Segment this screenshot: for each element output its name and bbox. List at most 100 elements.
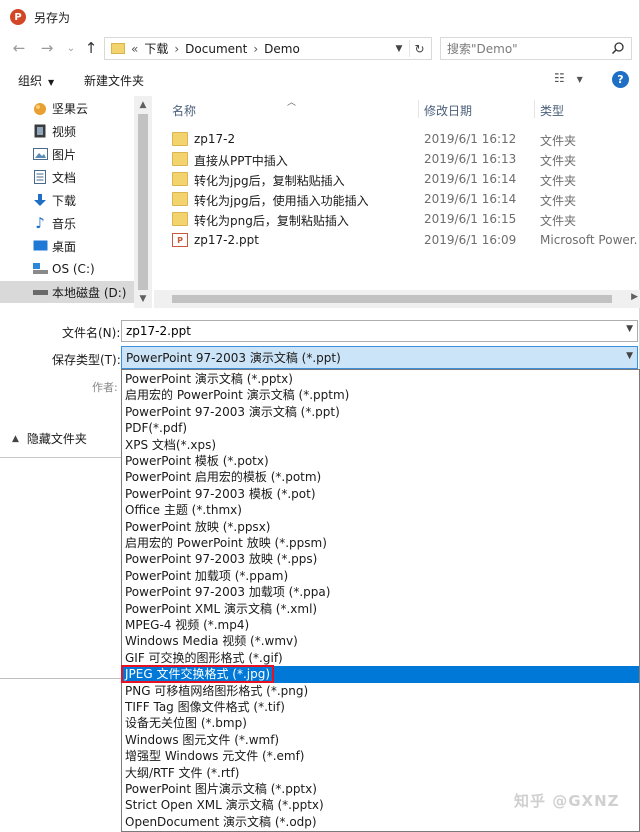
column-divider[interactable] [534, 100, 535, 118]
view-options-button[interactable]: ☷ ▼ [554, 71, 583, 85]
sidebar-item-label: 下载 [52, 193, 77, 208]
sidebar-item-drive-c[interactable]: OS (C:) [0, 258, 134, 280]
savetype-option[interactable]: PNG 可移植网络图形格式 (*.png) [122, 683, 639, 699]
file-row[interactable]: 转化为jpg后，复制粘贴插入 2019/6/1 16:14 文件夹 [154, 169, 640, 189]
breadcrumb-download[interactable]: 下载 [144, 40, 168, 57]
savetype-option[interactable]: PowerPoint 启用宏的模板 (*.potm) [122, 469, 639, 485]
sidebar-item-music[interactable]: ♪ 音乐 [0, 212, 134, 234]
new-folder-button[interactable]: 新建文件夹 [84, 72, 144, 89]
chevron-up-icon: ▲ [12, 433, 19, 444]
breadcrumb-separator-icon[interactable]: › [253, 42, 258, 56]
scrollbar-thumb[interactable] [172, 295, 612, 303]
breadcrumb-separator-icon[interactable]: › [174, 42, 179, 56]
savetype-option[interactable]: JPEG 文件交换格式 (*.jpg) [121, 665, 639, 684]
video-icon [32, 123, 48, 139]
sidebar-item-label: 坚果云 [52, 101, 89, 116]
hide-folders-button[interactable]: ▲ 隐藏文件夹 [12, 430, 87, 447]
file-row[interactable]: P zp17-2.ppt 2019/6/1 16:09 Microsoft Po… [154, 230, 640, 250]
scrollbar-thumb[interactable] [138, 114, 148, 290]
file-row[interactable]: 直接从PPT中插入 2019/6/1 16:13 文件夹 [154, 149, 640, 169]
scroll-down-icon[interactable]: ▼ [134, 292, 152, 306]
sidebar-scrollbar[interactable]: ▲ ▼ [134, 96, 152, 308]
sidebar-item-label: 音乐 [52, 216, 77, 231]
search-input[interactable] [447, 38, 607, 59]
savetype-option[interactable]: XPS 文档(*.xps) [122, 437, 639, 453]
address-bar[interactable]: « 下载 › Document › Demo ▼ ↻ [104, 37, 432, 60]
savetype-option[interactable]: Windows Media 视频 (*.wmv) [122, 633, 639, 649]
savetype-option[interactable]: 大纲/RTF 文件 (*.rtf) [122, 765, 639, 781]
folder-icon [172, 192, 188, 206]
breadcrumb-demo[interactable]: Demo [264, 42, 300, 56]
savetype-option-label: 大纲/RTF 文件 (*.rtf) [125, 765, 240, 780]
address-dropdown-icon[interactable]: ▼ [391, 40, 407, 57]
up-arrow-icon: ↑ [84, 39, 98, 57]
sidebar-item-label: 文档 [52, 170, 77, 185]
horizontal-scrollbar[interactable]: ▶ [154, 290, 640, 308]
sidebar-item-downloads[interactable]: 下载 [0, 189, 134, 211]
savetype-option[interactable]: PowerPoint 97-2003 演示文稿 (*.ppt) [122, 404, 639, 420]
forward-arrow-icon: → [40, 39, 54, 57]
savetype-option[interactable]: PowerPoint 97-2003 模板 (*.pot) [122, 486, 639, 502]
savetype-option[interactable]: Windows 图元文件 (*.wmf) [122, 732, 639, 748]
savetype-option-label: PDF(*.pdf) [125, 421, 188, 436]
picture-icon [32, 146, 48, 162]
savetype-option[interactable]: 启用宏的 PowerPoint 演示文稿 (*.pptm) [122, 387, 639, 403]
recent-locations-button[interactable]: ⌄ [60, 37, 82, 59]
overflow-chevron-icon[interactable]: « [131, 42, 138, 56]
savetype-option[interactable]: GIF 可交换的图形格式 (*.gif) [122, 650, 639, 666]
savetype-option[interactable]: PowerPoint 模板 (*.potx) [122, 453, 639, 469]
chevron-down-icon[interactable]: ▼ [626, 351, 633, 361]
file-date: 2019/6/1 16:14 [424, 172, 517, 186]
file-row[interactable]: 转化为jpg后，使用插入功能插入 2019/6/1 16:14 文件夹 [154, 189, 640, 209]
sidebar-item-pictures[interactable]: 图片 [0, 143, 134, 165]
sidebar-item-documents[interactable]: 文档 [0, 166, 134, 188]
chevron-down-icon: ⌄ [66, 42, 76, 54]
savetype-option[interactable]: PowerPoint XML 演示文稿 (*.xml) [122, 601, 639, 617]
up-button[interactable]: ↑ [80, 37, 102, 59]
chevron-down-icon[interactable]: ▼ [626, 324, 633, 334]
savetype-option[interactable]: PowerPoint 97-2003 放映 (*.pps) [122, 551, 639, 567]
savetype-option[interactable]: OpenDocument 演示文稿 (*.odp) [122, 814, 639, 830]
column-header-name[interactable]: 名称 [172, 102, 196, 119]
music-icon: ♪ [35, 214, 45, 232]
savetype-option[interactable]: PowerPoint 97-2003 加载项 (*.ppa) [122, 584, 639, 600]
file-row[interactable]: zp17-2 2019/6/1 16:12 文件夹 [154, 129, 640, 149]
organize-button[interactable]: 组织 ▼ [18, 72, 54, 89]
savetype-option-label: PowerPoint 97-2003 模板 (*.pot) [125, 486, 316, 501]
sidebar-item-drive-d[interactable]: 本地磁盘 (D:) [0, 281, 134, 303]
back-button[interactable]: ← [8, 37, 30, 59]
filename-field[interactable]: ▼ [121, 320, 638, 342]
savetype-option[interactable]: 设备无关位图 (*.bmp) [122, 715, 639, 731]
savetype-option[interactable]: PowerPoint 加载项 (*.ppam) [122, 568, 639, 584]
sidebar-item-nutstore[interactable]: 坚果云 [0, 97, 134, 119]
search-box[interactable] [440, 37, 632, 60]
column-divider[interactable] [418, 100, 419, 118]
file-name: zp17-2.ppt [194, 233, 259, 247]
savetype-option[interactable]: PDF(*.pdf) [122, 420, 639, 436]
savetype-select[interactable]: PowerPoint 97-2003 演示文稿 (*.ppt) ▼ [121, 346, 638, 369]
refresh-icon[interactable]: ↻ [409, 40, 429, 57]
sidebar-item-desktop[interactable]: 桌面 [0, 235, 134, 257]
scroll-up-icon[interactable]: ▲ [134, 98, 152, 112]
sidebar-item-videos[interactable]: 视频 [0, 120, 134, 142]
savetype-option[interactable]: PowerPoint 放映 (*.ppsx) [122, 519, 639, 535]
savetype-option[interactable]: MPEG-4 视频 (*.mp4) [122, 617, 639, 633]
file-row[interactable]: 转化为png后，复制粘贴插入 2019/6/1 16:15 文件夹 [154, 209, 640, 229]
savetype-option[interactable]: 增强型 Windows 元文件 (*.emf) [122, 748, 639, 764]
scroll-right-icon[interactable]: ▶ [631, 292, 638, 302]
savetype-option-label: Windows Media 视频 (*.wmv) [125, 634, 298, 649]
help-icon[interactable]: ? [612, 71, 629, 88]
breadcrumb-document[interactable]: Document [185, 42, 247, 56]
savetype-option[interactable]: PowerPoint 演示文稿 (*.pptx) [122, 371, 639, 387]
savetype-option[interactable]: TIFF Tag 图像文件格式 (*.tif) [122, 699, 639, 715]
forward-button[interactable]: → [36, 37, 58, 59]
filename-input[interactable] [122, 321, 612, 341]
savetype-dropdown-list[interactable]: PowerPoint 演示文稿 (*.pptx) 启用宏的 PowerPoint … [121, 369, 640, 832]
savetype-option-label: PowerPoint 模板 (*.potx) [125, 454, 269, 468]
background-divider [0, 678, 121, 679]
column-header-type[interactable]: 类型 [540, 102, 564, 119]
column-header-date[interactable]: 修改日期 [424, 102, 472, 119]
savetype-option-label: PowerPoint XML 演示文稿 (*.xml) [125, 601, 318, 616]
savetype-option[interactable]: Office 主题 (*.thmx) [122, 502, 639, 518]
savetype-option[interactable]: 启用宏的 PowerPoint 放映 (*.ppsm) [122, 535, 639, 551]
